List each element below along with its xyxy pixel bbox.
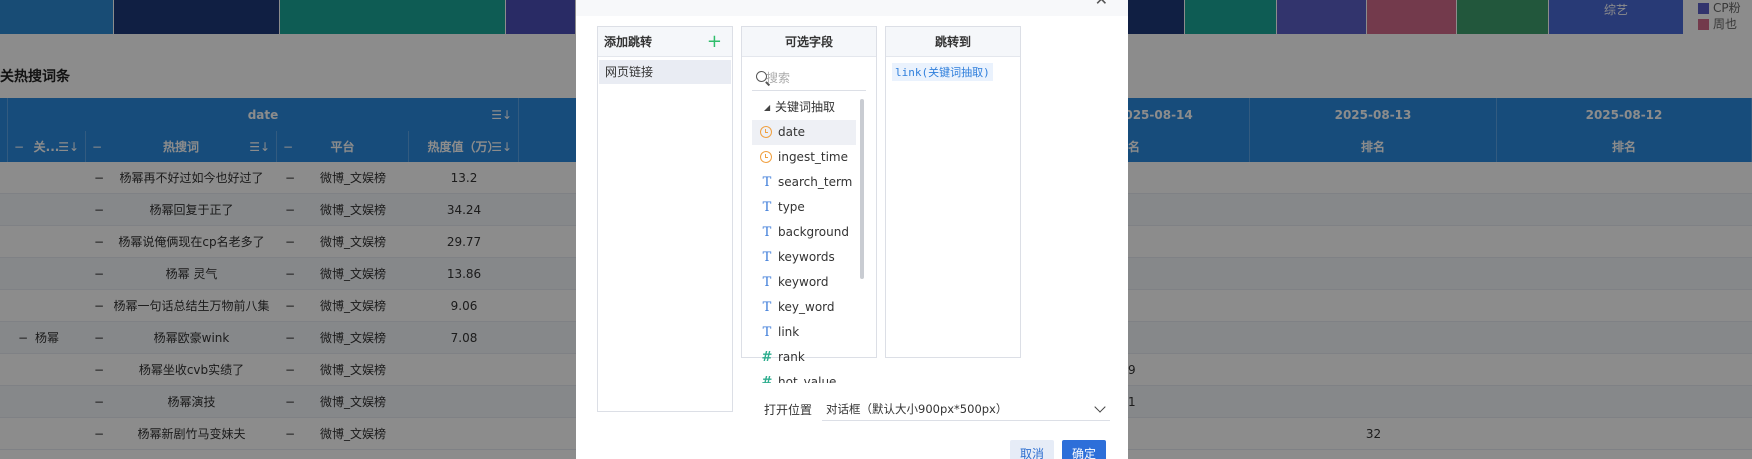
- open-position-row: 打开位置 对话框（默认大小900px*500px）: [764, 397, 1110, 421]
- jump-to-header: 跳转到: [886, 27, 1020, 57]
- field-tree: ◢ 关键词抽取 date ingest_time Tsearch_term Ttype…: [742, 95, 876, 383]
- text-type-icon: T: [762, 175, 772, 190]
- fields-panel: 可选字段 ◢ 关键词抽取 dateingest_timeTsearch_term…: [741, 26, 877, 383]
- text-type-icon: T: [762, 275, 772, 290]
- hash-icon: #: [761, 375, 773, 383]
- jump-item-web-link[interactable]: 网页链接: [599, 60, 731, 84]
- search-icon: [754, 69, 771, 87]
- field-item-ingest-time[interactable]: ingest_time: [752, 145, 856, 170]
- field-item-date[interactable]: date: [752, 120, 856, 145]
- confirm-button[interactable]: 确定: [1062, 440, 1107, 459]
- cancel-button[interactable]: 取消: [1010, 440, 1055, 459]
- jump-to-panel: 跳转到 link(关键词抽取): [885, 26, 1021, 358]
- chevron-down-icon: [1094, 401, 1106, 413]
- field-item-type[interactable]: Ttype: [752, 195, 856, 220]
- tree-node-keyword-extraction[interactable]: ◢ 关键词抽取: [742, 95, 876, 120]
- scrollbar[interactable]: [860, 99, 864, 279]
- field-item-link[interactable]: Tlink: [752, 320, 856, 345]
- jump-settings-dialog: ✕ 添加跳转 + 网页链接 可选字段 ◢ 关键词抽取 dateingest_ti…: [576, 0, 1128, 459]
- text-type-icon: T: [762, 325, 772, 340]
- clock-icon: [760, 151, 772, 163]
- text-type-icon: T: [762, 300, 772, 315]
- add-jump-panel: 添加跳转 + 网页链接: [597, 26, 733, 412]
- jump-target-tag[interactable]: link(关键词抽取): [892, 63, 993, 81]
- open-position-label: 打开位置: [764, 402, 813, 417]
- field-item-hot-value[interactable]: # hot_value: [752, 370, 856, 383]
- clock-icon: [760, 126, 772, 138]
- text-type-icon: T: [762, 250, 772, 265]
- field-item-key-word[interactable]: Tkey_word: [752, 295, 856, 320]
- add-jump-header: 添加跳转 +: [598, 27, 732, 57]
- field-item-rank[interactable]: # rank: [752, 345, 856, 370]
- caret-down-icon[interactable]: ◢: [764, 95, 770, 120]
- field-item-background[interactable]: Tbackground: [752, 220, 856, 245]
- text-type-icon: T: [762, 200, 772, 215]
- close-icon[interactable]: ✕: [1095, 0, 1108, 9]
- field-item-keywords[interactable]: Tkeywords: [752, 245, 856, 270]
- search-input[interactable]: [766, 70, 866, 85]
- hash-icon: #: [761, 350, 773, 365]
- fields-header: 可选字段: [742, 27, 876, 57]
- open-position-select[interactable]: 对话框（默认大小900px*500px）: [822, 397, 1110, 421]
- text-type-icon: T: [762, 225, 772, 240]
- field-item-search-term[interactable]: Tsearch_term: [752, 170, 856, 195]
- field-item-keyword[interactable]: Tkeyword: [752, 270, 856, 295]
- dialog-header: ✕: [576, 0, 1128, 16]
- plus-icon[interactable]: +: [707, 27, 722, 57]
- field-search: [752, 65, 866, 91]
